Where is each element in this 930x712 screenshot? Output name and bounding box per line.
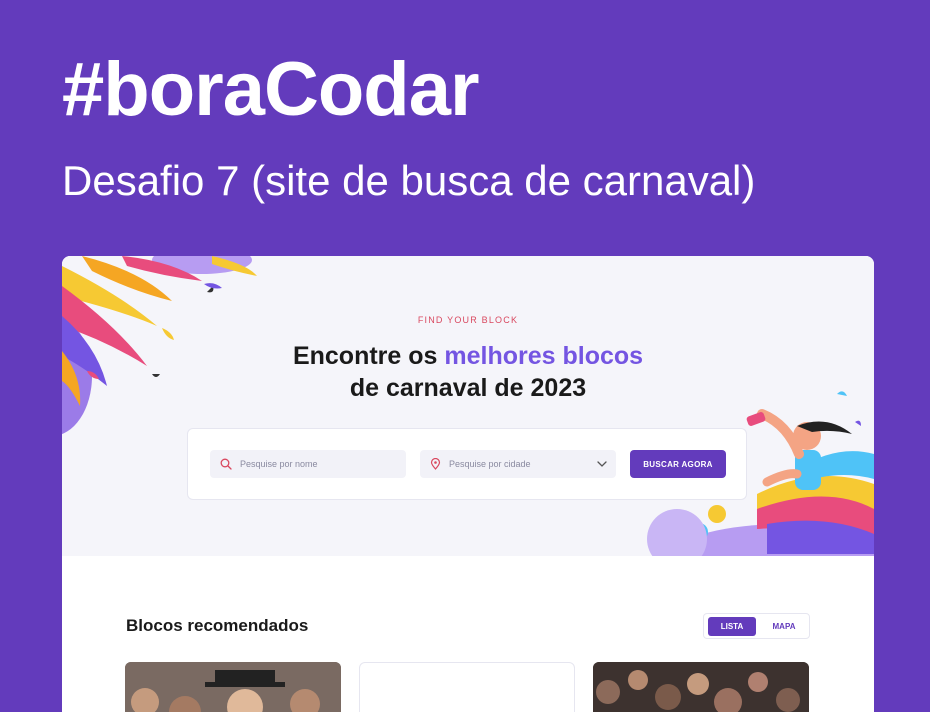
map-pin-icon bbox=[430, 458, 441, 470]
map-view-button[interactable]: MAPA bbox=[760, 617, 808, 636]
view-toggle: LISTA MAPA bbox=[703, 613, 810, 639]
list-view-button[interactable]: LISTA bbox=[708, 617, 756, 636]
city-search-field[interactable] bbox=[420, 450, 616, 478]
section-title: Blocos recomendados bbox=[126, 616, 309, 635]
search-panel: BUSCAR AGORA bbox=[187, 428, 747, 500]
name-search-field[interactable] bbox=[210, 450, 406, 478]
block-card-image[interactable] bbox=[359, 662, 575, 712]
headline-highlight: melhores blocos bbox=[444, 342, 644, 370]
crowd-photo bbox=[125, 662, 341, 712]
search-button[interactable]: BUSCAR AGORA bbox=[630, 450, 726, 478]
block-card-image[interactable] bbox=[593, 662, 809, 712]
site-preview: FIND YOUR BLOCK Encontre os melhores blo… bbox=[62, 256, 874, 712]
hero-banner: FIND YOUR BLOCK Encontre os melhores blo… bbox=[62, 256, 874, 556]
search-icon bbox=[220, 458, 232, 470]
headline-line2: de carnaval de 2023 bbox=[349, 374, 587, 402]
name-search-input[interactable] bbox=[240, 459, 370, 469]
hero-title: #boraCodar bbox=[62, 47, 480, 132]
hero-subtitle: Desafio 7 (site de busca de carnaval) bbox=[62, 157, 756, 204]
city-search-input[interactable] bbox=[449, 459, 579, 469]
headline-text: Encontre os bbox=[292, 342, 445, 370]
eyebrow-label: FIND YOUR BLOCK bbox=[417, 315, 519, 325]
chevron-down-icon[interactable] bbox=[596, 458, 608, 470]
block-card-image[interactable] bbox=[125, 662, 341, 712]
page-headline: Encontre os melhores blocos de carnaval … bbox=[62, 340, 874, 404]
crowd-photo bbox=[593, 662, 809, 712]
